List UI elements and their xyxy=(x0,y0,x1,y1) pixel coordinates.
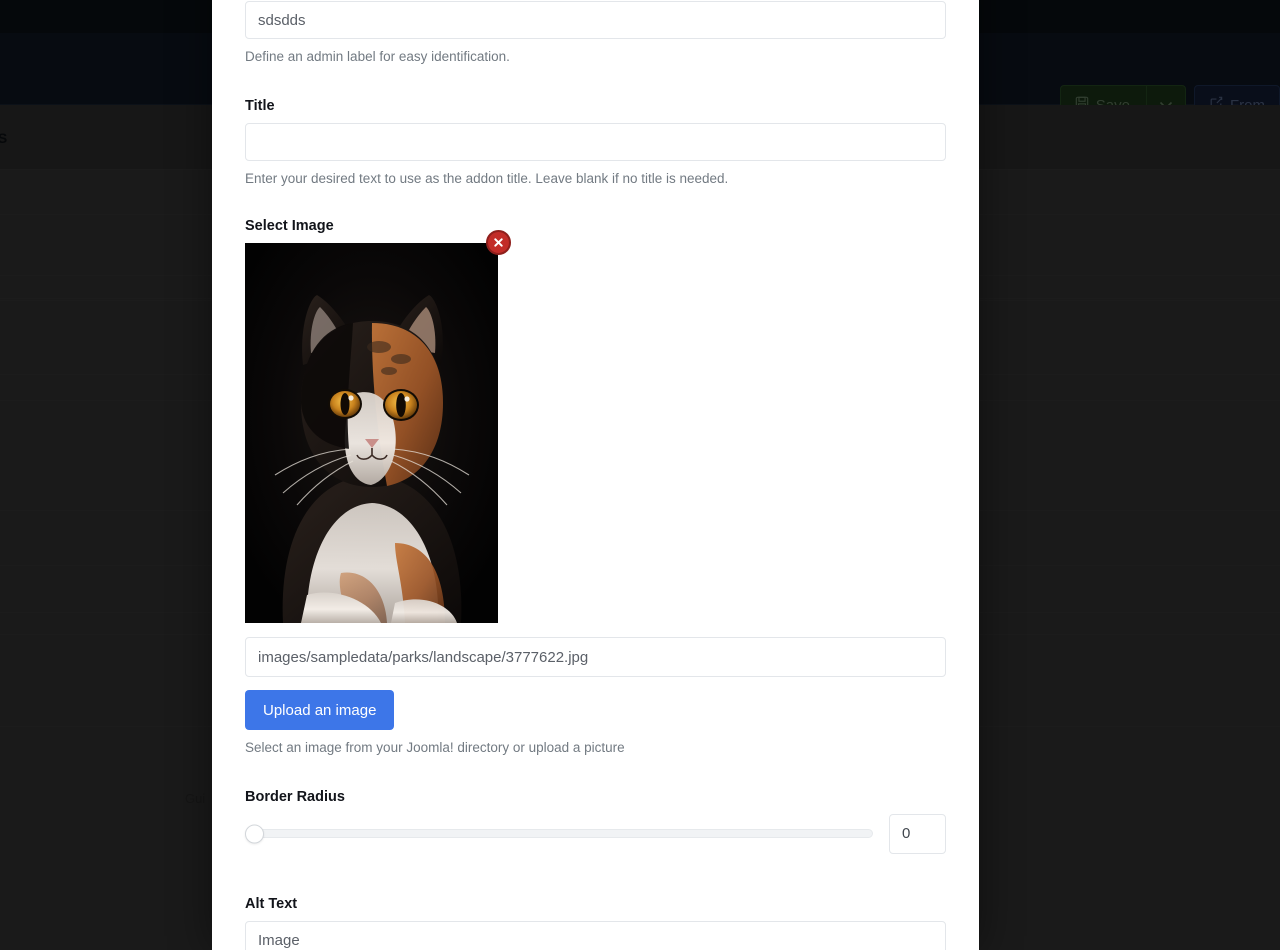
title-help: Enter your desired text to use as the ad… xyxy=(245,170,729,186)
upload-image-button[interactable]: Upload an image xyxy=(245,690,395,731)
border-radius-field: Border Radius xyxy=(245,757,946,854)
title-input[interactable] xyxy=(245,122,946,161)
image-preview-wrapper xyxy=(245,230,511,624)
select-image-field: Select Image images/sampledata/parks/lan… xyxy=(245,187,946,757)
admin-label-input[interactable] xyxy=(245,1,946,39)
alt-text-input[interactable] xyxy=(245,920,946,950)
border-radius-slider-row xyxy=(245,813,946,854)
select-image-label: Select Image xyxy=(245,218,334,235)
alt-text-label: Alt Text xyxy=(245,895,298,912)
slider-track[interactable] xyxy=(255,829,873,839)
title-field: Title Enter your desired text to use as … xyxy=(245,66,946,188)
remove-image-button[interactable] xyxy=(486,230,511,256)
admin-label-field: Define an admin label for easy identific… xyxy=(245,0,946,66)
image-path-input[interactable] xyxy=(245,637,946,678)
modal-body: Define an admin label for easy identific… xyxy=(212,0,979,950)
image-preview[interactable] xyxy=(245,243,498,624)
close-icon xyxy=(493,237,504,248)
border-radius-value-input[interactable] xyxy=(889,813,946,854)
alt-text-field: Alt Text xyxy=(245,854,946,950)
admin-label-help: Define an admin label for easy identific… xyxy=(245,49,510,64)
slider-thumb[interactable] xyxy=(245,824,264,844)
addon-settings-modal: Define an admin label for easy identific… xyxy=(212,0,979,950)
title-label: Title xyxy=(245,97,275,114)
select-image-help: Select an image from your Joomla! direct… xyxy=(245,740,625,756)
border-radius-slider[interactable] xyxy=(245,820,873,848)
border-radius-label: Border Radius xyxy=(245,788,345,805)
